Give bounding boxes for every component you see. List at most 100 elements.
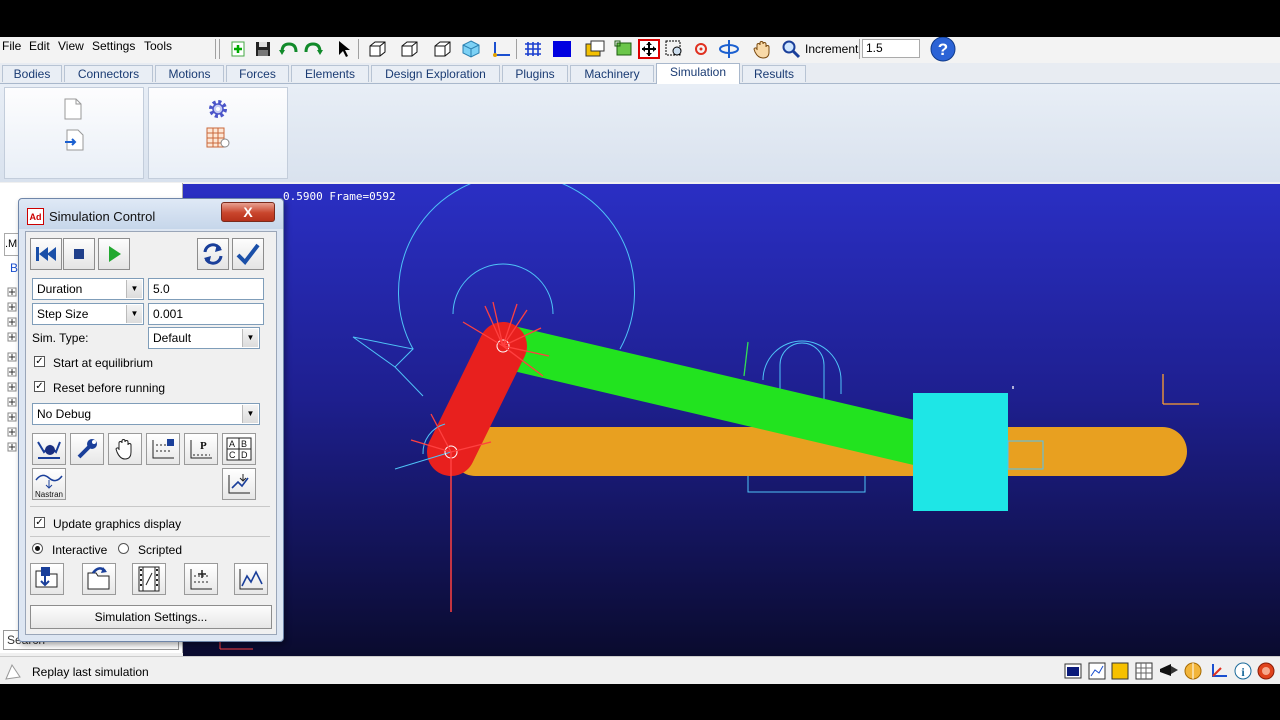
status-coordinate-icon[interactable] — [1209, 662, 1227, 680]
save-icon[interactable] — [252, 38, 274, 60]
wrench-settings-button[interactable] — [70, 433, 104, 465]
fit-view-icon[interactable] — [638, 38, 660, 60]
scripted-radio[interactable] — [118, 543, 129, 554]
status-message: Replay last simulation — [32, 665, 149, 679]
zoom-region-icon[interactable] — [664, 38, 686, 60]
tab-results[interactable]: Results — [742, 65, 806, 82]
section-divider — [30, 536, 270, 537]
open-results-button[interactable] — [82, 563, 116, 595]
new-document-icon[interactable] — [64, 98, 82, 123]
status-window-icon[interactable] — [1064, 662, 1082, 680]
marker-triad-line — [743, 341, 749, 377]
adams-app-icon: Ad — [27, 208, 44, 225]
tab-motions[interactable]: Motions — [155, 65, 224, 82]
nastran-export-button[interactable]: Nastran — [32, 468, 66, 500]
reset-to-start-button[interactable] — [30, 238, 62, 270]
measure-button[interactable] — [146, 433, 180, 465]
center-icon[interactable] — [690, 38, 712, 60]
simulation-settings-button[interactable]: Simulation Settings... — [30, 605, 272, 629]
step-size-input[interactable]: 0.001 — [148, 303, 264, 325]
chevron-down-icon: ▼ — [126, 305, 142, 323]
zoom-magnifier-icon[interactable] — [780, 38, 802, 60]
status-info-icon[interactable]: i — [1234, 662, 1252, 680]
status-light-icon[interactable] — [1159, 662, 1178, 680]
duration-input[interactable]: 5.0 — [148, 278, 264, 300]
pan-hand-icon[interactable] — [751, 38, 773, 60]
svg-text:C: C — [229, 450, 236, 460]
view-right-icon[interactable] — [398, 38, 420, 60]
render-wireframe-icon[interactable] — [522, 38, 544, 60]
nastran-label: Nastran — [35, 490, 63, 498]
undo-icon[interactable] — [278, 38, 300, 60]
dialog-body: Duration ▼ 5.0 Step Size ▼ 0.001 Sim. Ty… — [25, 231, 277, 635]
dialog-title-bar[interactable]: Ad Simulation Control X — [19, 199, 283, 229]
status-pointer-icon — [4, 663, 22, 684]
reset-before-running-checkbox[interactable]: ✓ — [34, 381, 45, 392]
ribbon-panel — [0, 84, 1280, 182]
status-plot-icon[interactable] — [1088, 662, 1106, 680]
view-iso-icon[interactable] — [460, 38, 482, 60]
table-calculator-icon[interactable] — [206, 127, 230, 152]
replay-button[interactable] — [197, 238, 229, 270]
tab-design-exploration[interactable]: Design Exploration — [371, 65, 500, 82]
browser-tab-label[interactable]: B — [10, 261, 18, 275]
new-model-icon[interactable] — [227, 38, 249, 60]
toggle-icons-icon[interactable] — [584, 38, 606, 60]
end-time-type-select[interactable]: Duration ▼ — [32, 278, 144, 300]
tab-machinery[interactable]: Machinery — [570, 65, 654, 82]
triad-axes-icon[interactable] — [490, 38, 512, 60]
increment-input[interactable]: 1.5 — [862, 39, 920, 58]
save-results-button[interactable] — [30, 563, 64, 595]
confirm-checkmark-button[interactable] — [232, 238, 264, 270]
debug-select[interactable]: No Debug ▼ — [32, 403, 260, 425]
plot-export-button[interactable] — [222, 468, 256, 500]
chevron-down-icon: ▼ — [126, 280, 142, 298]
menu-edit[interactable]: Edit — [29, 39, 50, 53]
interactive-radio[interactable] — [32, 543, 43, 554]
start-at-equilibrium-checkbox[interactable]: ✓ — [34, 356, 45, 367]
zoom-box-icon[interactable] — [613, 38, 635, 60]
menu-file[interactable]: File — [2, 39, 21, 53]
interactive-hand-button[interactable] — [108, 433, 142, 465]
motion-arrow — [352, 336, 424, 397]
menu-view[interactable]: View — [58, 39, 84, 53]
view-front-icon[interactable] — [366, 38, 388, 60]
status-grid-icon[interactable] — [1135, 662, 1153, 680]
postprocessor-plot-button[interactable] — [234, 563, 268, 595]
menu-tools[interactable]: Tools — [144, 39, 172, 53]
tab-forces[interactable]: Forces — [226, 65, 289, 82]
play-button[interactable] — [98, 238, 130, 270]
rotate-icon[interactable] — [718, 38, 740, 60]
tab-plugins[interactable]: Plugins — [502, 65, 568, 82]
view-top-icon[interactable] — [431, 38, 453, 60]
gear-icon[interactable] — [207, 98, 229, 123]
tab-bodies[interactable]: Bodies — [2, 65, 62, 82]
status-icons-toggle-icon[interactable] — [1111, 662, 1129, 680]
toolbar-separator — [358, 39, 359, 59]
sensor-graph-button[interactable] — [32, 433, 66, 465]
chevron-down-icon: ▼ — [242, 405, 258, 423]
plot-p-button[interactable]: P — [184, 433, 218, 465]
stop-button[interactable] — [63, 238, 95, 270]
status-stop-icon[interactable] — [1257, 662, 1275, 680]
redo-icon[interactable] — [302, 38, 324, 60]
tab-simulation[interactable]: Simulation — [656, 63, 740, 84]
animation-film-button[interactable] — [132, 563, 166, 595]
status-shading-icon[interactable] — [1184, 662, 1202, 680]
render-solid-icon[interactable] — [551, 38, 573, 60]
close-button[interactable]: X — [221, 202, 275, 222]
sim-type-value: Default — [153, 331, 192, 345]
step-type-select[interactable]: Step Size ▼ — [32, 303, 144, 325]
abcd-label-button[interactable]: ABCD — [222, 433, 256, 465]
measure-plot-button[interactable] — [184, 563, 218, 595]
menu-settings[interactable]: Settings — [92, 39, 135, 53]
help-icon[interactable]: ? — [930, 37, 956, 62]
sim-type-select[interactable]: Default ▼ — [148, 327, 260, 349]
select-arrow-icon[interactable] — [332, 38, 354, 60]
tab-connectors[interactable]: Connectors — [64, 65, 153, 82]
update-graphics-checkbox[interactable]: ✓ — [34, 517, 45, 528]
import-document-icon[interactable] — [64, 129, 84, 154]
3d-viewport[interactable]: 0.5900 Frame=0592 — [183, 184, 1280, 656]
tab-elements[interactable]: Elements — [291, 65, 369, 82]
section-divider — [30, 506, 270, 507]
